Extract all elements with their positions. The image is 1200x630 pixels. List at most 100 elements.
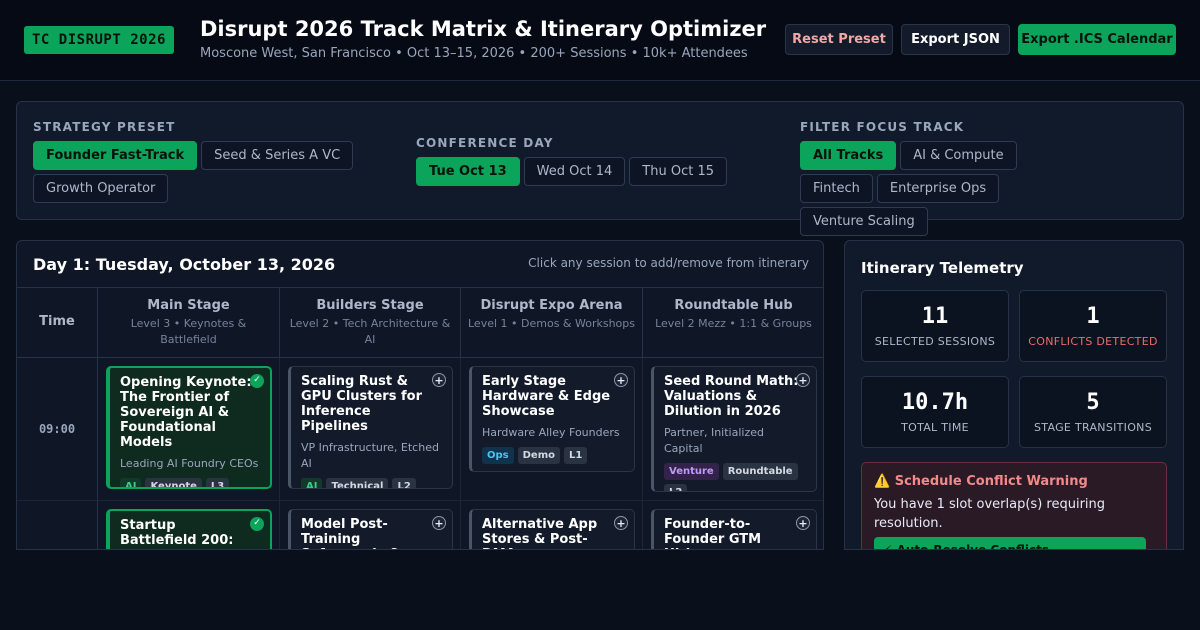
stage-header-3: Roundtable Hub Level 2 Mezz • 1:1 & Group… xyxy=(643,288,823,358)
session-title: Opening Keynote: The Frontier of Soverei… xyxy=(120,375,252,450)
session-speaker: Hardware Alley Founders xyxy=(482,426,620,439)
session-speaker: Leading AI Foundry CEOs xyxy=(120,457,259,470)
conflict-warning-title: ⚠️ Schedule Conflict Warning xyxy=(874,474,1154,489)
plus-icon[interactable]: + xyxy=(432,373,446,387)
plus-icon[interactable]: + xyxy=(796,373,810,387)
warning-title-text: Schedule Conflict Warning xyxy=(894,474,1088,489)
plus-icon[interactable]: + xyxy=(796,516,810,530)
strategy-preset-chip-0[interactable]: Founder Fast-Track xyxy=(33,141,198,170)
session-card[interactable]: + Alternative App Stores & Post-DMA xyxy=(469,509,635,549)
stat-selected-sessions: 11 SELECTED SESSIONS xyxy=(861,290,1009,362)
strategy-preset-chips: Founder Fast-Track Seed & Series A VC Grow… xyxy=(33,141,363,203)
session-tag: Demo xyxy=(517,447,560,464)
session-card[interactable]: ✓ Startup Battlefield 200: Cohort A Live xyxy=(106,509,272,549)
conference-day-chip-0[interactable]: Tue Oct 13 xyxy=(416,157,520,186)
session-card[interactable]: + Scaling Rust & GPU Clusters for Inferen… xyxy=(288,366,453,489)
session-tags: AI Technical L2 xyxy=(301,478,442,488)
stage-subtitle: Level 2 Mezz • 1:1 & Groups xyxy=(655,317,812,330)
stat-value: 5 xyxy=(1086,390,1100,415)
page-title: Disrupt 2026 Track Matrix & Itinerary Op… xyxy=(200,17,767,41)
stage-header-1: Builders Stage Level 2 • Tech Architectur… xyxy=(280,288,461,358)
focus-track-chip-2[interactable]: Fintech xyxy=(800,174,873,203)
session-tag: L3 xyxy=(205,478,230,487)
session-title: Model Post-Training Safeguards & xyxy=(301,517,400,549)
session-card[interactable]: + Founder-to-Founder GTM Hiring xyxy=(651,509,817,549)
session-tags: Ops Demo L1 xyxy=(482,447,624,464)
auto-resolve-button[interactable]: ⚡ Auto-Resolve Conflicts xyxy=(874,537,1146,549)
stat-label: SELECTED SESSIONS xyxy=(874,335,996,348)
stage-name: Disrupt Expo Arena xyxy=(480,298,623,313)
schedule-header: Day 1: Tuesday, October 13, 2026 Click a… xyxy=(17,241,823,288)
focus-track-chips: All Tracks AI & Compute Fintech Enterprise … xyxy=(800,141,1090,236)
filter-panel: STRATEGY PRESET Founder Fast-Track Seed &… xyxy=(16,101,1184,236)
session-title: Founder-to-Founder GTM Hiring xyxy=(664,517,762,549)
stage-header-0: Main Stage Level 3 • Keynotes & Battlefie… xyxy=(98,288,280,358)
focus-track-chip-0[interactable]: All Tracks xyxy=(800,141,897,170)
plus-icon[interactable]: + xyxy=(614,516,628,530)
conflict-warning: ⚠️ Schedule Conflict Warning You have 1 … xyxy=(861,462,1167,549)
conference-day-chip-2[interactable]: Thu Oct 15 xyxy=(629,157,727,186)
time-column-header: Time xyxy=(17,288,98,358)
session-speaker: Partner, Initialized Capital xyxy=(664,426,764,455)
strategy-preset-chip-1[interactable]: Seed & Series A VC xyxy=(201,141,354,170)
conference-day-chip-1[interactable]: Wed Oct 14 xyxy=(523,157,626,186)
schedule-hint: Click any session to add/remove from iti… xyxy=(528,256,809,270)
check-icon[interactable]: ✓ xyxy=(250,374,264,388)
stage-subtitle: Level 2 • Tech Architecture & AI xyxy=(289,317,451,346)
stat-label: STAGE TRANSITIONS xyxy=(1034,421,1152,434)
focus-track-label: FILTER FOCUS TRACK xyxy=(800,120,965,134)
session-title: Early Stage Hardware & Edge Showcase xyxy=(482,374,611,419)
session-title: Alternative App Stores & Post-DMA xyxy=(482,517,598,549)
conference-day-chips: Tue Oct 13 Wed Oct 14 Thu Oct 15 xyxy=(416,157,746,186)
stat-value: 1 xyxy=(1086,304,1100,329)
session-tag: Technical xyxy=(326,478,389,488)
focus-track-chip-3[interactable]: Enterprise Ops xyxy=(876,174,1000,203)
page-subtitle: Moscone West, San Francisco • Oct 13–15,… xyxy=(200,46,748,61)
session-tags: AI Keynote L3 xyxy=(120,478,260,487)
stat-total-time: 10.7h TOTAL TIME xyxy=(861,376,1009,448)
session-card[interactable]: + Model Post-Training Safeguards & xyxy=(288,509,453,549)
focus-track-chip-1[interactable]: AI & Compute xyxy=(900,141,1017,170)
export-json-button[interactable]: Export JSON xyxy=(901,24,1010,55)
conflict-warning-text: You have 1 slot overlap(s) requiring res… xyxy=(874,497,1106,531)
focus-track-chip-4[interactable]: Venture Scaling xyxy=(800,207,928,236)
warning-icon: ⚠️ xyxy=(874,474,891,489)
session-tags: VentureRoundtable L2 xyxy=(664,463,806,491)
session-card[interactable]: + Early Stage Hardware & Edge Showcase Har… xyxy=(469,366,635,472)
conference-day-group: CONFERENCE DAY Tue Oct 13 Wed Oct 14 Thu O… xyxy=(416,136,746,186)
session-title: Startup Battlefield 200: Cohort A Live xyxy=(120,518,234,549)
session-tag: L2 xyxy=(664,484,688,491)
itinerary-telemetry-panel: Itinerary Telemetry 11 SELECTED SESSIONS… xyxy=(844,240,1184,550)
session-card[interactable]: + Seed Round Math: Valuations & Dilution … xyxy=(651,366,817,492)
time-slot-label: 09:00 xyxy=(17,358,98,501)
conference-day-label: CONFERENCE DAY xyxy=(416,136,554,150)
export-ics-button[interactable]: Export .ICS Calendar xyxy=(1018,24,1176,55)
brand-badge: TC DISRUPT 2026 xyxy=(24,26,174,54)
stat-label: TOTAL TIME xyxy=(901,421,969,434)
plus-icon[interactable]: + xyxy=(614,373,628,387)
stat-value: 10.7h xyxy=(901,390,969,415)
session-tag: AI xyxy=(120,478,142,487)
telemetry-title: Itinerary Telemetry xyxy=(861,259,1024,277)
stat-conflicts-detected: 1 CONFLICTS DETECTED xyxy=(1019,290,1167,362)
session-tag: L2 xyxy=(392,478,416,488)
strategy-preset-group: STRATEGY PRESET Founder Fast-Track Seed &… xyxy=(33,120,363,203)
stat-label: CONFLICTS DETECTED xyxy=(1028,335,1158,348)
session-tag: AI xyxy=(301,478,323,488)
day-title: Day 1: Tuesday, October 13, 2026 xyxy=(33,255,336,274)
strategy-preset-chip-2[interactable]: Growth Operator xyxy=(33,174,169,203)
session-tag: L1 xyxy=(564,447,588,464)
focus-track-group: FILTER FOCUS TRACK All Tracks AI & Comput… xyxy=(800,120,1090,236)
session-title: Seed Round Math: Valuations & Dilution i… xyxy=(664,374,799,419)
reset-preset-button[interactable]: Reset Preset xyxy=(785,24,893,55)
stage-name: Main Stage xyxy=(147,298,230,313)
page-bottom xyxy=(0,550,1200,630)
stage-name: Builders Stage xyxy=(316,298,424,313)
time-slot-label xyxy=(17,501,98,549)
plus-icon[interactable]: + xyxy=(432,516,446,530)
strategy-preset-label: STRATEGY PRESET xyxy=(33,120,176,134)
session-title: Scaling Rust & GPU Clusters for Inferenc… xyxy=(301,374,422,434)
check-icon[interactable]: ✓ xyxy=(250,517,264,531)
session-card[interactable]: ✓ Opening Keynote: The Frontier of Sovere… xyxy=(106,366,272,489)
stat-stage-transitions: 5 STAGE TRANSITIONS xyxy=(1019,376,1167,448)
